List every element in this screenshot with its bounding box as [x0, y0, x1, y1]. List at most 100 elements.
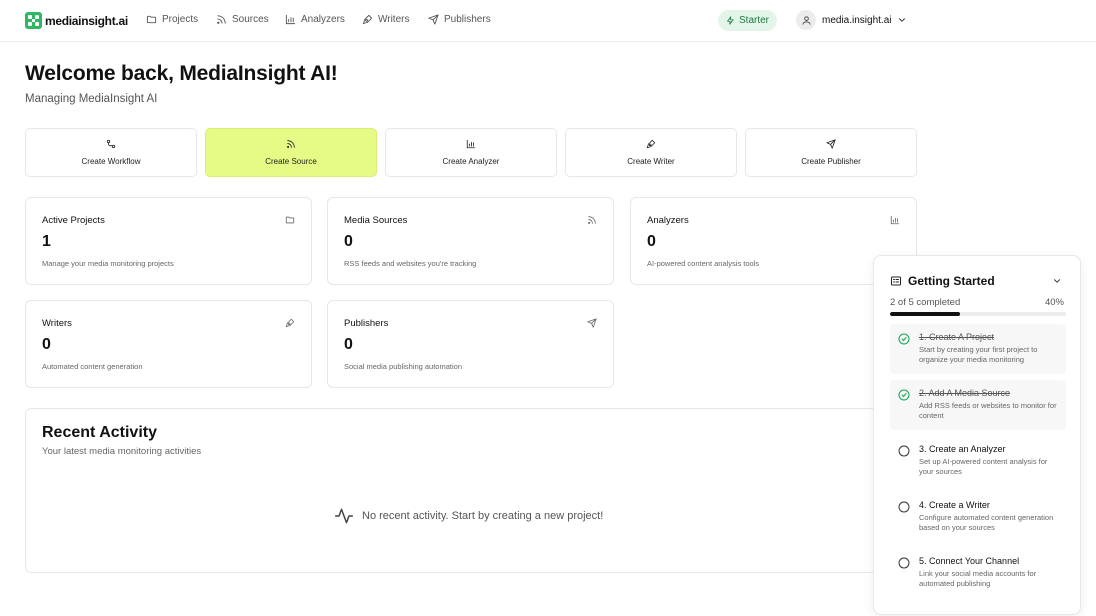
- nav-sources-label: Sources: [232, 14, 269, 25]
- stat-description: AI-powered content analysis tools: [647, 259, 760, 268]
- top-nav: mediainsight.ai Projects Sources Analyze…: [0, 0, 1096, 42]
- stat-value: 0: [344, 233, 353, 250]
- step-connect-channel[interactable]: 5. Connect Your Channel Link your social…: [890, 548, 1066, 598]
- create-source-button[interactable]: Create Source: [205, 128, 377, 177]
- stat-card-publishers[interactable]: Publishers 0 Social media publishing aut…: [327, 300, 614, 388]
- create-workflow-label: Create Workflow: [81, 157, 141, 166]
- create-analyzer-label: Create Analyzer: [442, 157, 500, 166]
- pen-tool-icon: [285, 318, 295, 328]
- rss-icon: [588, 216, 596, 224]
- bar-chart-icon: [285, 14, 296, 25]
- nav-sources[interactable]: Sources: [216, 14, 269, 25]
- logo[interactable]: mediainsight.ai: [25, 12, 128, 29]
- nav-writers[interactable]: Writers: [362, 14, 409, 25]
- chevron-down-icon: [1054, 279, 1060, 283]
- card-icon: [587, 318, 597, 328]
- step-description: Add RSS feeds or websites to monitor for…: [919, 401, 1057, 421]
- zap-icon: [727, 16, 734, 25]
- card-icon: [890, 215, 900, 225]
- step-title: 3. Create an Analyzer: [919, 444, 1006, 454]
- progress-bar-fill: [890, 312, 961, 316]
- stat-value: 1: [42, 233, 51, 250]
- stat-card-media-sources[interactable]: Media Sources 0 RSS feeds and websites y…: [327, 197, 614, 285]
- create-writer-button[interactable]: Create Writer: [565, 128, 737, 177]
- step-title: 4. Create a Writer: [919, 500, 990, 510]
- getting-started-header: Getting Started: [890, 274, 995, 288]
- card-icon: [285, 215, 295, 225]
- step-add-media-source[interactable]: 2. Add A Media Source Add RSS feeds or w…: [890, 380, 1066, 430]
- folder-icon: [285, 216, 295, 224]
- avatar: [796, 10, 816, 30]
- recent-activity-panel: Recent Activity Your latest media monito…: [25, 408, 917, 573]
- folder-icon: [146, 15, 157, 24]
- stat-value: 0: [42, 336, 51, 353]
- send-icon: [428, 14, 439, 25]
- activity-icon: [334, 508, 354, 524]
- send-icon: [587, 318, 597, 328]
- progress-bar: [890, 312, 1066, 316]
- list-check-icon: [891, 276, 901, 286]
- step-title: 5. Connect Your Channel: [919, 556, 1020, 566]
- workflow-icon: [106, 139, 116, 149]
- step-description: Configure automated content generation b…: [919, 513, 1054, 533]
- circle-icon: [898, 557, 910, 569]
- nav-analyzers[interactable]: Analyzers: [285, 14, 345, 25]
- rss-icon: [217, 15, 226, 24]
- step-description: Set up AI-powered content analysis for y…: [919, 457, 1048, 477]
- create-workflow-button[interactable]: Create Workflow: [25, 128, 197, 177]
- step-description: Start by creating your first project to …: [919, 345, 1038, 365]
- step-title: 2. Add A Media Source: [919, 388, 1011, 398]
- stat-title: Analyzers: [647, 215, 689, 226]
- getting-started-title: Getting Started: [908, 274, 995, 288]
- logo-icon: [25, 12, 42, 29]
- empty-state: No recent activity. Start by creating a …: [334, 506, 603, 526]
- page-title: Welcome back, MediaInsight AI!: [25, 62, 338, 85]
- stat-value: 0: [647, 233, 656, 250]
- chevron-down-icon: [899, 18, 906, 22]
- stat-title: Media Sources: [344, 215, 408, 226]
- circle-icon: [898, 501, 910, 513]
- stat-description: Manage your media monitoring projects: [42, 259, 174, 268]
- pen-tool-icon: [362, 14, 373, 25]
- create-source-label: Create Source: [265, 157, 317, 166]
- stat-description: Social media publishing automation: [344, 362, 462, 371]
- step-create-writer[interactable]: 4. Create a Writer Configure automated c…: [890, 492, 1066, 542]
- nav-publishers[interactable]: Publishers: [428, 14, 491, 25]
- check-circle-icon: [898, 389, 910, 401]
- create-analyzer-button[interactable]: Create Analyzer: [385, 128, 557, 177]
- card-icon: [587, 215, 597, 225]
- nav-projects-label: Projects: [162, 14, 199, 25]
- rss-icon: [287, 140, 295, 148]
- stat-card-active-projects[interactable]: Active Projects 1 Manage your media moni…: [25, 197, 312, 285]
- stat-title: Active Projects: [42, 215, 105, 226]
- brand-name: mediainsight.ai: [45, 13, 128, 28]
- step-create-analyzer[interactable]: 3. Create an Analyzer Set up AI-powered …: [890, 436, 1066, 486]
- nav-publishers-label: Publishers: [444, 14, 491, 25]
- create-writer-label: Create Writer: [627, 157, 675, 166]
- create-publisher-button[interactable]: Create Publisher: [745, 128, 917, 177]
- stat-value: 0: [344, 336, 353, 353]
- user-menu[interactable]: media.insight.ai: [796, 10, 907, 30]
- plan-label: Starter: [739, 15, 770, 26]
- stat-title: Writers: [42, 318, 72, 329]
- step-create-project[interactable]: 1. Create A Project Start by creating yo…: [890, 324, 1066, 374]
- circle-icon: [898, 445, 910, 457]
- empty-state-message: No recent activity. Start by creating a …: [362, 510, 604, 522]
- stat-card-writers[interactable]: Writers 0 Automated content generation: [25, 300, 312, 388]
- bar-chart-icon: [890, 215, 900, 225]
- step-title: 1. Create A Project: [919, 332, 995, 342]
- getting-started-panel: Getting Started 2 of 5 completed 40% 1. …: [873, 255, 1081, 615]
- collapse-panel-button[interactable]: [1052, 276, 1062, 286]
- card-icon: [285, 318, 295, 328]
- user-icon: [801, 15, 811, 25]
- progress-percent: 40%: [1044, 297, 1064, 308]
- nav-writers-label: Writers: [378, 14, 410, 25]
- plan-badge[interactable]: Starter: [718, 10, 778, 31]
- stat-title: Publishers: [344, 318, 389, 329]
- progress-label: 2 of 5 completed: [890, 297, 961, 308]
- bar-chart-icon: [466, 139, 476, 149]
- check-circle-icon: [898, 333, 910, 345]
- step-description: Link your social media accounts for auto…: [919, 569, 1037, 589]
- nav-projects[interactable]: Projects: [146, 14, 198, 25]
- recent-activity-subtitle: Your latest media monitoring activities: [42, 446, 202, 457]
